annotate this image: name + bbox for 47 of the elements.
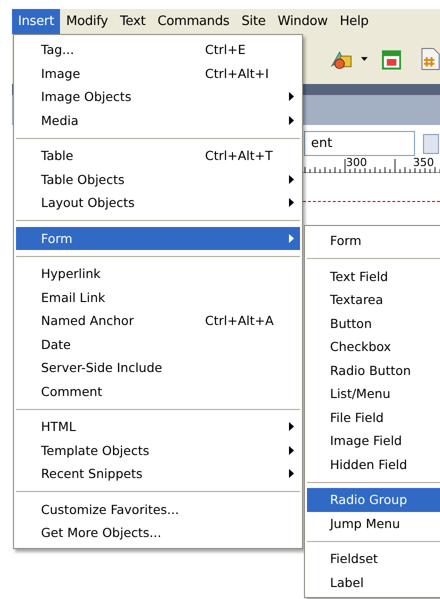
menu-item[interactable]: Tag... Ctrl+E: [16, 38, 300, 62]
menu-item[interactable]: Named Anchor Ctrl+Alt+A: [16, 309, 300, 332]
calendar-icon[interactable]: [382, 48, 401, 70]
menu-item[interactable]: Template Objects: [16, 438, 300, 462]
menu-item[interactable]: Recent Snippets: [16, 462, 300, 486]
menu-item[interactable]: Table Ctrl+Alt+T: [16, 144, 300, 168]
menu-item[interactable]: Jump Menu: [307, 512, 440, 535]
menu-bar-item[interactable]: Window: [272, 9, 334, 34]
menu-item[interactable]: Date: [16, 332, 300, 356]
menu-bar-item[interactable]: Modify: [60, 9, 114, 34]
menu-item[interactable]: Media: [16, 108, 300, 132]
menu-bar-item[interactable]: Insert: [12, 9, 60, 34]
menu-item[interactable]: Server-Side Include: [16, 356, 300, 380]
field-button[interactable]: [423, 134, 439, 154]
menu-item[interactable]: File Field: [307, 406, 440, 429]
menu-item[interactable]: Image Field: [307, 429, 440, 452]
menu-item[interactable]: Hyperlink: [16, 262, 300, 286]
menu-item[interactable]: Checkbox: [307, 335, 440, 358]
menu-item[interactable]: Table Objects: [16, 168, 300, 191]
ruler-label: 300: [346, 157, 367, 168]
menu-item[interactable]: Form: [16, 226, 300, 250]
menu-item[interactable]: Image Objects: [16, 85, 300, 108]
menu-bar-item[interactable]: Site: [235, 9, 272, 34]
ruler-label: 350: [413, 157, 434, 168]
menu-item[interactable]: List/Menu: [307, 382, 440, 406]
menu-item[interactable]: Customize Favorites...: [16, 498, 300, 521]
menu-item[interactable]: Textarea: [307, 288, 440, 312]
input-field[interactable]: ent: [304, 131, 415, 156]
menu-item[interactable]: Layout Objects: [16, 191, 300, 214]
menu-item[interactable]: Email Link: [16, 286, 300, 309]
menu-item[interactable]: Radio Button: [307, 358, 440, 382]
menu-item[interactable]: Form: [307, 229, 440, 252]
menu-item[interactable]: Button: [307, 312, 440, 335]
caret-icon[interactable]: [360, 57, 368, 61]
menu-bar-item[interactable]: Help: [334, 9, 375, 34]
menu-item[interactable]: Comment: [16, 380, 300, 403]
menu-bar-item[interactable]: Text: [114, 9, 152, 34]
menu-item[interactable]: Label: [307, 570, 440, 594]
menu-item[interactable]: Hidden Field: [307, 452, 440, 476]
menu-item[interactable]: HTML: [16, 415, 300, 438]
menu-item[interactable]: Radio Group: [307, 488, 440, 512]
menu-item[interactable]: Fieldset: [307, 547, 440, 570]
document-hash-icon[interactable]: [420, 47, 440, 71]
menu-bar-item[interactable]: Commands: [151, 9, 236, 34]
menu-item[interactable]: Text Field: [307, 264, 440, 288]
menu-item[interactable]: Image Ctrl+Alt+I: [16, 62, 300, 85]
menu-item[interactable]: Get More Objects...: [16, 521, 300, 544]
